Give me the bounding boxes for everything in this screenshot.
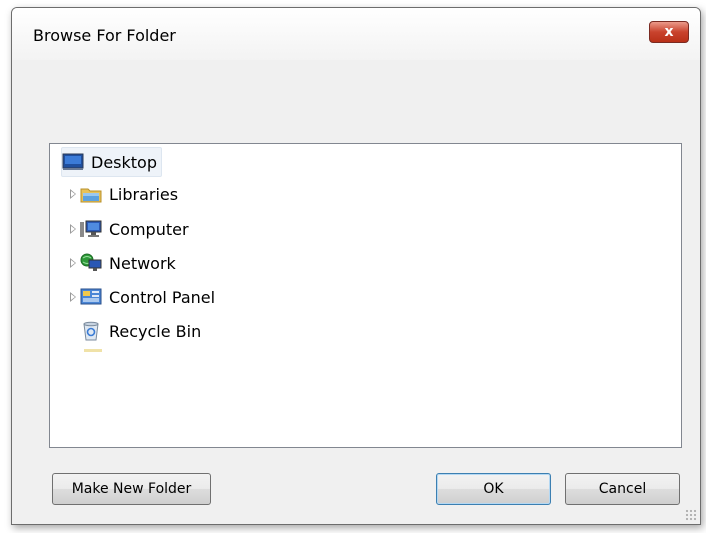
expand-arrow-icon[interactable] xyxy=(70,224,76,234)
tree-item-label: Recycle Bin xyxy=(109,321,202,341)
expand-arrow-icon[interactable] xyxy=(70,258,76,268)
make-new-folder-button[interactable]: Make New Folder xyxy=(52,473,211,505)
libraries-icon xyxy=(80,184,102,204)
tree-item-computer[interactable]: Computer xyxy=(80,215,189,243)
dialog-title: Browse For Folder xyxy=(33,26,176,45)
folder-tree[interactable]: Desktop Libraries Computer Network Contr… xyxy=(49,143,682,448)
tree-item-control-panel[interactable]: Control Panel xyxy=(80,283,215,311)
expand-arrow-icon[interactable] xyxy=(70,189,76,199)
network-icon xyxy=(80,253,102,273)
tree-item-label: Desktop xyxy=(91,152,157,172)
tree-item-label: Libraries xyxy=(109,184,179,204)
close-button[interactable]: x xyxy=(649,21,689,43)
tree-item-label: Control Panel xyxy=(109,287,216,307)
resize-grip-icon[interactable] xyxy=(685,509,697,521)
recycle-bin-icon xyxy=(80,321,102,341)
browse-for-folder-dialog: Browse For Folder x Desktop Libraries Co… xyxy=(11,7,701,525)
expand-arrow-icon[interactable] xyxy=(70,292,76,302)
tree-item-label: Network xyxy=(109,253,176,273)
tree-item-recycle-bin[interactable]: Recycle Bin xyxy=(80,317,201,345)
tree-item-libraries[interactable]: Libraries xyxy=(80,180,178,208)
computer-icon xyxy=(80,219,102,239)
tree-item-network[interactable]: Network xyxy=(80,249,176,277)
partial-tree-item xyxy=(84,349,102,352)
title-bar[interactable]: Browse For Folder x xyxy=(12,8,700,60)
ok-button[interactable]: OK xyxy=(436,473,551,505)
control-panel-icon xyxy=(80,287,102,307)
tree-item-desktop[interactable]: Desktop xyxy=(61,147,162,177)
cancel-button[interactable]: Cancel xyxy=(565,473,680,505)
close-icon: x xyxy=(664,24,674,40)
desktop-icon xyxy=(62,152,84,172)
tree-item-label: Computer xyxy=(109,219,189,239)
